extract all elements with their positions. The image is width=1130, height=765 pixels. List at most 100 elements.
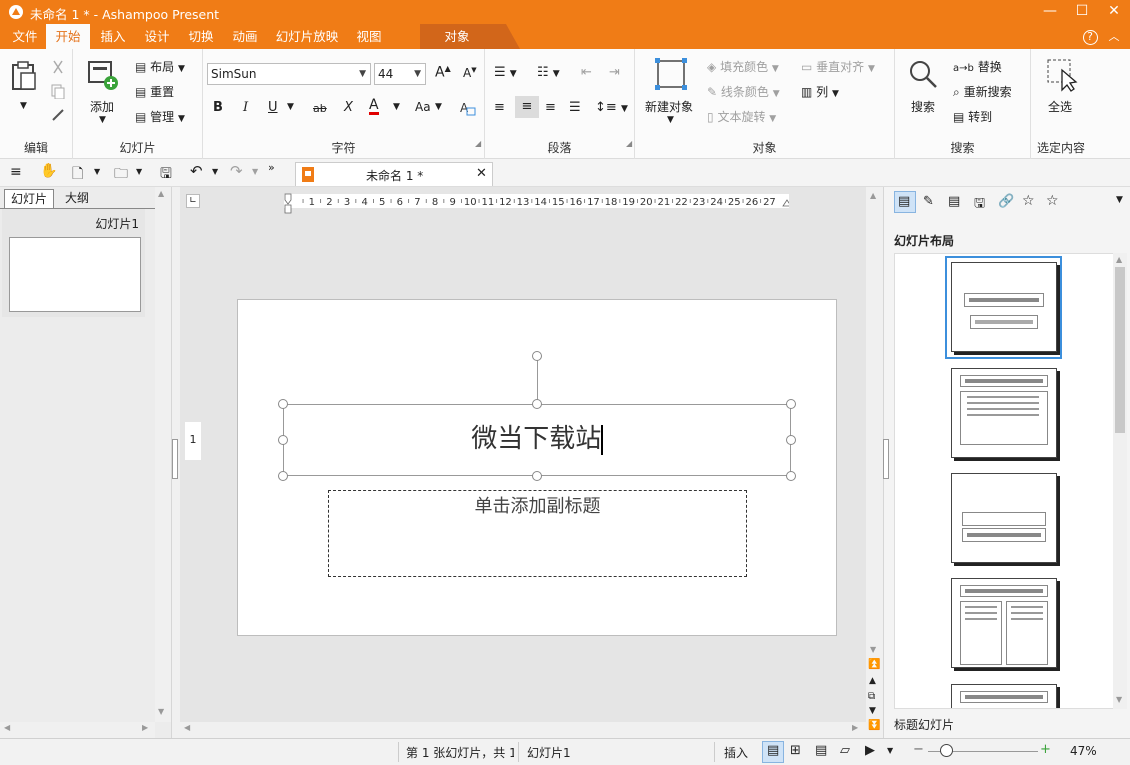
- line-spacing-button[interactable]: ↕≡ ▼: [595, 100, 628, 115]
- add-favorite-icon[interactable]: ☆: [1022, 193, 1035, 209]
- goto-button[interactable]: ▤ 转到: [953, 108, 992, 125]
- scroll-left-icon[interactable]: ◀: [4, 723, 10, 732]
- hamburger-menu-icon[interactable]: ≡: [10, 164, 22, 180]
- resize-handle-b[interactable]: [532, 471, 542, 481]
- subtitle-placeholder[interactable]: 单击添加副标题: [328, 490, 747, 577]
- slide-thumbnail-item[interactable]: 幻灯片1: [2, 209, 145, 317]
- copy-icon[interactable]: [50, 83, 66, 99]
- cut-icon[interactable]: [50, 59, 66, 75]
- scroll-right-icon[interactable]: ▶: [852, 723, 858, 732]
- search-button[interactable]: 搜索: [911, 98, 935, 115]
- close-button[interactable]: ✕: [1097, 0, 1130, 24]
- zoom-in-button[interactable]: +: [1040, 742, 1051, 757]
- align-right-icon[interactable]: ≡: [545, 100, 556, 115]
- tab-outline[interactable]: 大纲: [56, 189, 98, 208]
- scroll-up-icon[interactable]: ▲: [1116, 255, 1122, 264]
- add-slide-button[interactable]: 添加: [90, 98, 114, 115]
- redo-dropdown-icon[interactable]: ▼: [252, 167, 258, 176]
- increase-indent-icon[interactable]: ⇥: [609, 65, 620, 80]
- more-commands-icon[interactable]: »: [268, 161, 275, 174]
- resize-handle-tr[interactable]: [786, 399, 796, 409]
- justify-icon[interactable]: ☰: [569, 100, 581, 115]
- layout-comparison[interactable]: [951, 684, 1057, 708]
- menu-design[interactable]: 设计: [136, 24, 178, 49]
- font-color-button[interactable]: A: [369, 98, 379, 115]
- insert-mode-indicator[interactable]: 插入: [724, 744, 748, 761]
- panel-menu-dropdown-icon[interactable]: ▼: [1116, 195, 1123, 205]
- fill-color-button[interactable]: ◈ 填充颜色 ▼: [707, 58, 779, 75]
- add-slide-icon[interactable]: [87, 59, 119, 91]
- canvas-horizontal-scrollbar[interactable]: ◀ ▶: [180, 722, 866, 738]
- new-object-icon[interactable]: [655, 58, 687, 90]
- menu-file[interactable]: 文件: [4, 24, 46, 49]
- font-family-select[interactable]: SimSun ▼: [207, 63, 371, 85]
- menu-view[interactable]: 视图: [348, 24, 390, 49]
- underline-dropdown-icon[interactable]: ▼: [287, 102, 294, 112]
- new-object-button[interactable]: 新建对象: [645, 98, 693, 115]
- zoom-out-button[interactable]: −: [913, 742, 924, 757]
- resize-handle-tl[interactable]: [278, 399, 288, 409]
- resize-handle-bl[interactable]: [278, 471, 288, 481]
- tab-slides[interactable]: 幻灯片: [4, 189, 54, 208]
- redo-icon[interactable]: ↷: [230, 162, 243, 180]
- layout-title-slide[interactable]: [951, 262, 1057, 352]
- outline-view-icon[interactable]: ▤: [815, 743, 827, 758]
- slide-sorter-icon[interactable]: ⧉: [868, 691, 875, 702]
- new-dropdown-icon[interactable]: ▼: [94, 167, 100, 176]
- font-size-select[interactable]: 44 ▼: [374, 63, 426, 85]
- research-button[interactable]: ⌕ 重新搜索: [953, 83, 1012, 100]
- menu-insert[interactable]: 插入: [92, 24, 134, 49]
- font-color-dropdown-icon[interactable]: ▼: [393, 102, 400, 112]
- scroll-down-icon[interactable]: ▼: [1116, 695, 1122, 704]
- rotate-handle[interactable]: [532, 351, 542, 361]
- replace-button[interactable]: a→b 替换: [953, 58, 1002, 75]
- italic-button[interactable]: I: [243, 100, 248, 115]
- title-placeholder[interactable]: 微当下载站: [283, 404, 791, 476]
- link-icon[interactable]: 🔗: [998, 194, 1014, 209]
- strikethrough-button[interactable]: ab: [313, 102, 327, 115]
- layout-title-content[interactable]: [951, 368, 1057, 458]
- layout-section-header[interactable]: [951, 473, 1057, 563]
- slide-design-icon[interactable]: ✎: [923, 194, 934, 209]
- last-slide-icon[interactable]: ⏬: [868, 720, 880, 731]
- resize-handle-l[interactable]: [278, 435, 288, 445]
- format-painter-icon[interactable]: [50, 107, 66, 123]
- numbering-button[interactable]: ☷ ▼: [537, 65, 560, 80]
- columns-button[interactable]: ▥ 列 ▼: [801, 83, 839, 100]
- slide-transition-icon[interactable]: ▤: [948, 194, 960, 209]
- align-center-icon[interactable]: ≡: [515, 96, 539, 118]
- menu-slideshow[interactable]: 幻灯片放映: [270, 24, 344, 49]
- grow-font-button[interactable]: A▲: [435, 64, 451, 81]
- menu-animations[interactable]: 动画: [224, 24, 266, 49]
- scroll-left-icon[interactable]: ◀: [184, 723, 190, 732]
- zoom-slider-thumb[interactable]: [940, 744, 953, 757]
- favorites-star-icon[interactable]: ☆: [1046, 193, 1059, 209]
- text-effects-icon[interactable]: A: [459, 99, 477, 117]
- canvas-vertical-scrollbar[interactable]: ▲ ▼ ⏫ ▲ ⧉ ▼ ⏬: [866, 187, 883, 738]
- scrollbar-thumb[interactable]: [1115, 267, 1125, 433]
- panel-splitter-right[interactable]: [883, 439, 889, 479]
- line-color-button[interactable]: ✎ 线条颜色 ▼: [707, 83, 780, 100]
- slides-panel-scrollbar[interactable]: ▲ ▼: [155, 187, 171, 722]
- layout-two-content[interactable]: [951, 578, 1057, 668]
- paste-dropdown-icon[interactable]: ▼: [20, 101, 27, 111]
- bold-button[interactable]: B: [213, 100, 223, 115]
- view-dropdown-icon[interactable]: ▼: [887, 746, 893, 755]
- change-case-dropdown-icon[interactable]: ▼: [435, 102, 442, 112]
- resize-handle-t[interactable]: [532, 399, 542, 409]
- save-icon[interactable]: 🖫: [160, 163, 172, 187]
- bullets-button[interactable]: ☰ ▼: [494, 65, 517, 80]
- zoom-level[interactable]: 47%: [1070, 744, 1097, 758]
- layout-button[interactable]: ▤ 布局 ▼: [135, 58, 185, 75]
- new-object-dropdown-icon[interactable]: ▼: [667, 115, 674, 125]
- scroll-right-icon[interactable]: ▶: [142, 723, 148, 732]
- menu-home[interactable]: 开始: [46, 24, 90, 49]
- slide-layout-icon[interactable]: ▤: [898, 194, 910, 209]
- select-all-button[interactable]: 全选: [1048, 98, 1072, 115]
- save-slide-icon[interactable]: 🖫: [974, 194, 985, 216]
- close-tab-icon[interactable]: ✕: [476, 166, 487, 181]
- title-text-line[interactable]: 微当下载站: [284, 422, 790, 456]
- paste-icon[interactable]: [10, 61, 38, 91]
- scroll-up-icon[interactable]: ▲: [870, 191, 876, 200]
- resize-handle-br[interactable]: [786, 471, 796, 481]
